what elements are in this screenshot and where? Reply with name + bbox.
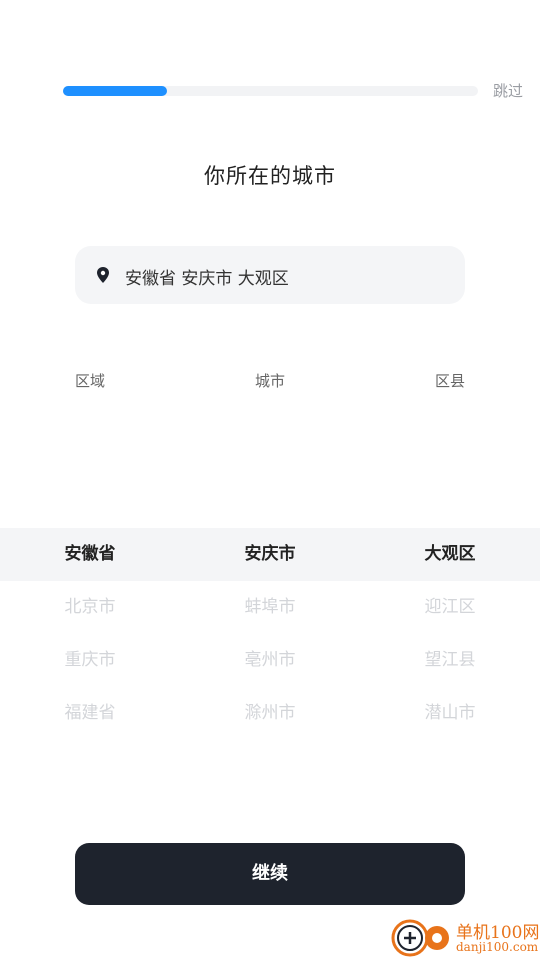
progress-fill (63, 86, 167, 96)
picker-item[interactable]: 迎江区 (390, 581, 510, 634)
picker-item[interactable]: 蚌埠市 (210, 581, 330, 634)
continue-button[interactable]: 继续 (75, 843, 465, 905)
header-district: 区县 (434, 372, 465, 390)
watermark: 单机100网 danji100.com (390, 915, 540, 960)
picker-item-selected[interactable]: 安徽省 (30, 528, 150, 581)
watermark-logo-icon (391, 919, 449, 957)
location-text: 安徽省 安庆市 大观区 (125, 269, 289, 289)
picker-item-selected[interactable]: 安庆市 (210, 528, 330, 581)
progress-bar (63, 86, 478, 96)
picker-item[interactable]: 福建省 (30, 687, 150, 740)
picker-item-selected[interactable]: 大观区 (390, 528, 510, 581)
picker-item[interactable]: 亳州市 (210, 634, 330, 687)
header-region: 区域 (74, 372, 105, 390)
location-field[interactable]: 安徽省 安庆市 大观区 (75, 246, 465, 304)
picker-column-region[interactable]: 安徽省 北京市 重庆市 福建省 (30, 528, 150, 740)
skip-button[interactable]: 跳过 (493, 80, 523, 101)
picker-item[interactable]: 滁州市 (210, 687, 330, 740)
picker-item[interactable]: 重庆市 (30, 634, 150, 687)
watermark-url: danji100.com (456, 940, 539, 954)
picker-column-district[interactable]: 大观区 迎江区 望江县 潜山市 (390, 528, 510, 740)
header-city: 城市 (254, 372, 285, 390)
picker-item[interactable]: 望江县 (390, 634, 510, 687)
picker-item[interactable]: 潜山市 (390, 687, 510, 740)
map-pin-icon (97, 267, 109, 283)
picker-column-city[interactable]: 安庆市 蚌埠市 亳州市 滁州市 (210, 528, 330, 740)
picker-item[interactable]: 北京市 (30, 581, 150, 634)
page-title: 你所在的城市 (204, 164, 336, 188)
